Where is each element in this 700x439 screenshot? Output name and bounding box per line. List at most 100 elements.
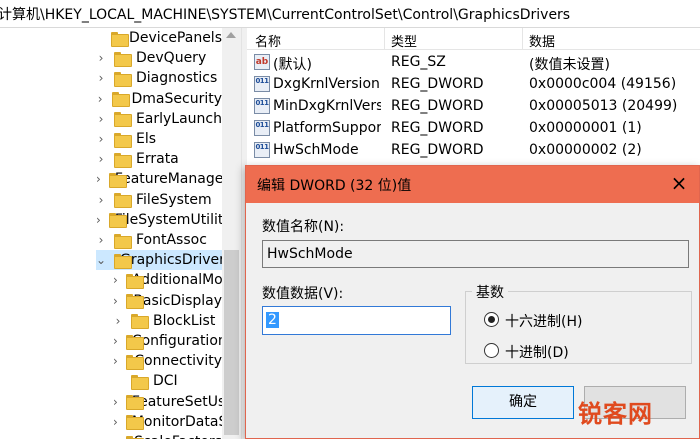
watermark-logo: 锐客网 [578,400,653,428]
chevron-right-icon[interactable]: › [96,89,104,109]
value-data: (数值未设置) [529,57,610,73]
chevron-right-icon[interactable]: › [113,392,118,412]
tree-item-label: GraphicsDrivers [120,252,233,269]
value-data-label: 数值数据(V): [262,286,344,302]
tree-item[interactable]: ›AdditionalModeLists [113,270,241,290]
tree-item-label: Errata [136,151,179,168]
tree-item-label: DevicePanels [129,30,222,46]
tree-item[interactable]: › FontAssoc [96,230,222,250]
tree-item-label: BasicDisplay [133,292,222,309]
column-divider[interactable] [522,28,523,50]
chevron-right-icon[interactable]: › [96,149,106,169]
tree-item[interactable]: › DmaSecurity [96,89,222,109]
close-icon[interactable]: × [664,171,694,197]
tree-item[interactable]: › FeatureSetUsage [113,392,241,412]
folder-icon [114,71,132,87]
folder-icon [125,294,140,310]
chevron-right-icon[interactable]: › [96,230,106,250]
chevron-right-icon[interactable]: › [113,331,118,351]
list-header: 名称 类型 数据 [247,28,700,50]
chevron-right-icon[interactable]: › [96,169,101,189]
registry-value-row[interactable]: 011 DxgKrnlVersion REG_DWORD 0x0000c004 (49… [247,74,700,96]
value-type: REG_SZ [391,54,446,70]
hex-radio[interactable] [484,312,499,327]
tree-item[interactable]: › FileSystemUtilities [96,210,241,230]
tree-item[interactable]: › Configuration [113,331,227,351]
chevron-right-icon[interactable]: › [96,48,106,68]
tree-item[interactable]: › Els [96,129,222,149]
hex-radio-label[interactable]: 十六进制(H) [505,311,582,331]
folder-icon [111,31,129,47]
chevron-right-icon[interactable]: › [113,311,123,331]
decimal-radio[interactable] [484,343,499,358]
tree-scrollbar[interactable] [222,28,241,439]
tree-item[interactable]: › EarlyLaunch [96,109,222,129]
chevron-right-icon[interactable]: › [113,351,118,371]
value-data: 0x00000002 (2) [529,142,642,158]
folder-icon [114,152,132,168]
tree-item-label: FontAssoc [136,232,207,248]
value-data: 0x00000001 (1) [529,120,642,136]
value-data-input[interactable]: 2 [262,306,451,335]
address-path: 计算机\HKEY_LOCAL_MACHINE\SYSTEM\CurrentCon… [0,7,571,23]
column-divider[interactable] [384,28,385,50]
chevron-right-icon[interactable]: › [113,432,118,439]
chevron-right-icon[interactable]: › [96,190,106,210]
value-name: (默认) [273,57,312,73]
decimal-radio-label[interactable]: 十进制(D) [505,342,569,362]
binary-value-icon: 011 [254,120,270,136]
column-header-type[interactable]: 类型 [391,31,417,50]
folder-icon [113,112,132,128]
registry-value-row[interactable]: ab (默认) REG_SZ (数值未设置) [247,52,700,74]
registry-value-row[interactable]: 011PlatformSupportMiracast REG_DWORD 0x000… [247,118,700,140]
tree-scroll-thumb[interactable] [224,250,239,435]
column-header-name[interactable]: 名称 [255,31,281,50]
chevron-right-icon[interactable]: › [113,412,118,432]
chevron-right-icon[interactable]: › [113,270,118,290]
tree-item[interactable]: › Connectivity [113,351,222,371]
tree-item-label: FileSystem [136,191,212,208]
column-header-data[interactable]: 数据 [529,31,555,50]
dialog-titlebar[interactable]: 编辑 DWORD (32 位)值 × [246,166,699,203]
tree-item[interactable]: › ScaleFactors [113,432,222,439]
registry-value-row[interactable]: 011MinDxgKrnlVersion REG_DWORD 0x00005013 … [247,96,700,118]
folder-icon [125,435,148,439]
tree-item[interactable]: › Diagnostics [96,68,222,88]
chevron-right-icon[interactable]: › [96,68,106,88]
scroll-up-arrow-icon[interactable] [226,32,236,38]
chevron-right-icon[interactable]: › [113,291,118,311]
tree-item-label: ScaleFactors [134,434,222,439]
folder-icon [112,92,131,108]
tree-item[interactable]: › DevQuery [96,48,222,68]
binary-value-icon: 011 [254,142,270,158]
folder-icon [131,374,149,390]
tree-item[interactable]: ⌄ GraphicsDrivers [96,250,232,271]
tree-item[interactable]: › BasicDisplay [113,291,222,311]
address-bar[interactable]: 计算机\HKEY_LOCAL_MACHINE\SYSTEM\CurrentCon… [0,0,700,28]
tree-item-label: Diagnostics [136,70,218,87]
tree-item[interactable]: ›MonitorDataStore [113,412,241,432]
value-name: DxgKrnlVersion [273,76,380,92]
tree-item[interactable]: › FileSystem [96,190,222,210]
tree-item-label: Els [136,131,157,147]
tree-item-label: EarlyLaunch [135,110,222,127]
base-group-label: 基数 [472,282,508,302]
tree-item[interactable]: DCI [113,371,222,391]
dialog-title: 编辑 DWORD (32 位)值 [257,178,412,194]
tree-item-label: Configuration [131,333,227,349]
ok-button[interactable]: 确定 [472,386,574,419]
registry-value-row[interactable]: 011 HwSchMode REG_DWORD 0x00000002 (2) [247,140,700,162]
registry-tree[interactable]: DevicePanels › DevQuery › Diagnostics › DmaSec… [0,28,241,439]
tree-item[interactable]: ›FeatureManagement [96,169,241,189]
tree-item[interactable]: › BlockList [113,311,222,331]
tree-item[interactable]: › Errata [96,149,222,169]
tree-item[interactable]: DevicePanels [96,28,222,48]
chevron-right-icon[interactable]: › [96,109,106,129]
binary-value-icon: 011 [254,76,270,92]
chevron-down-icon[interactable]: ⌄ [96,250,106,270]
folder-icon [131,314,149,330]
value-type: REG_DWORD [391,120,484,136]
chevron-right-icon[interactable]: › [96,210,101,230]
chevron-right-icon[interactable]: › [96,129,106,149]
